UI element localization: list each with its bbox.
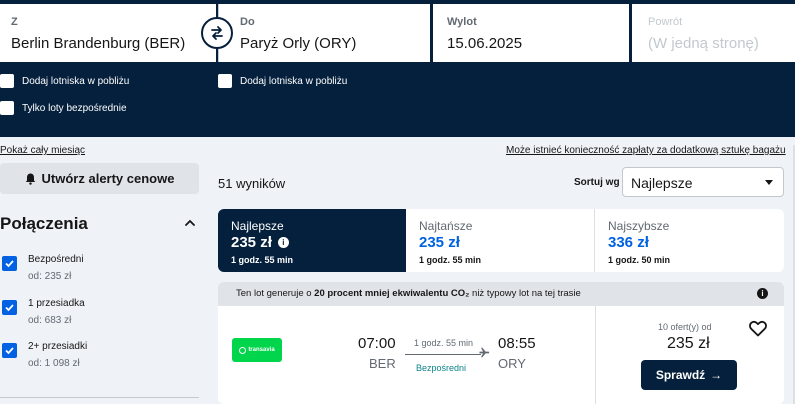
flight-result-card[interactable]: Ten lot generuje o 20 procent mniej ekwi… [218, 282, 784, 404]
check-icon [5, 347, 14, 355]
eco-text-suffix: niż typowy lot na tej trasie [469, 288, 581, 299]
departure-airport: BER [369, 356, 396, 371]
depart-label: Wylot [447, 16, 477, 28]
route-line [405, 354, 481, 355]
offers-count: 10 ofert(y) od [658, 322, 712, 332]
stops-filter-price: od: 235 zł [28, 271, 72, 282]
nearby-destination-label: Dodaj lotniska w pobliżu [240, 75, 348, 87]
chevron-up-icon[interactable] [184, 217, 196, 229]
tab-fastest[interactable]: Najszybsze 336 zł 1 godz. 50 min [595, 209, 784, 272]
checkbox-checked[interactable] [2, 256, 17, 271]
return-value[interactable]: (W jedną stronę) [648, 35, 759, 52]
sidebar-divider [0, 397, 199, 398]
return-label: Powrót [648, 16, 683, 28]
swap-icon [211, 26, 223, 40]
destination-field[interactable]: Do Paryż Orly (ORY) [218, 4, 430, 62]
nearby-destination-checkbox[interactable]: Dodaj lotniska w pobliżu [218, 74, 347, 88]
select-flight-button[interactable]: Sprawdź → [641, 360, 737, 390]
flight-duration: 1 godz. 55 min [414, 338, 474, 348]
create-price-alert-label: Utwórz alerty cenowe [41, 171, 175, 186]
tab-best[interactable]: Najlepsze 235 zł i 1 godz. 55 min [218, 209, 406, 272]
info-icon[interactable]: i [277, 237, 289, 248]
card-price: 235 zł [667, 335, 710, 352]
tab-price: 235 zł [231, 234, 272, 251]
sort-tabs: Najlepsze 235 zł i 1 godz. 55 min Najtańs… [218, 209, 784, 272]
nearby-origin-label: Dodaj lotniska w pobliżu [22, 75, 130, 87]
eco-text: Ten lot generuje o 20 procent mniej ekwi… [236, 288, 581, 299]
stops-filter-label: 1 przesiadka [28, 298, 85, 309]
depart-value[interactable]: 15.06.2025 [447, 35, 522, 52]
airline-logo: transavia [232, 338, 282, 362]
direct-only-checkbox[interactable]: Tylko loty bezpośrednie [0, 101, 127, 115]
stops-filter-label: 2+ przesiadki [28, 341, 88, 352]
destination-label: Do [240, 16, 255, 28]
info-icon[interactable]: i [757, 288, 768, 299]
tab-title: Najtańsze [419, 219, 473, 233]
origin-label: Z [11, 16, 18, 28]
tab-title: Najlepsze [231, 219, 284, 233]
results-count: 51 wyników [218, 176, 286, 191]
eco-text-prefix: Ten lot generuje o [236, 288, 315, 299]
check-icon [5, 260, 14, 268]
airline-name: transavia [248, 347, 275, 353]
check-icon [5, 304, 14, 312]
destination-value[interactable]: Paryż Orly (ORY) [240, 35, 356, 52]
stops-filter-price: od: 1 098 zł [28, 358, 80, 369]
checkbox-checked[interactable] [2, 343, 17, 358]
stops-filter-price: od: 683 zł [28, 315, 72, 326]
card-divider [595, 306, 596, 404]
tab-price-wrap: 235 zł i [231, 234, 289, 251]
tab-duration: 1 godz. 50 min [608, 255, 671, 265]
select-flight-label: Sprawdź [655, 368, 706, 382]
tab-duration: 1 godz. 55 min [231, 255, 294, 265]
baggage-fee-link[interactable]: Może istnieć konieczność zapłaty za doda… [506, 145, 786, 156]
sort-label: Sortuj wg [574, 177, 620, 188]
tab-duration: 1 godz. 55 min [419, 255, 482, 265]
tab-title: Najszybsze [608, 219, 670, 233]
nearby-origin-checkbox[interactable]: Dodaj lotniska w pobliżu [0, 74, 129, 88]
checkbox-box[interactable] [218, 74, 232, 88]
sort-select[interactable]: Najlepsze [622, 167, 784, 197]
arrival-time: 08:55 [498, 335, 536, 352]
departure-time: 07:00 [358, 335, 396, 352]
eco-banner: Ten lot generuje o 20 procent mniej ekwi… [218, 282, 784, 306]
tab-price: 336 zł [608, 234, 649, 251]
eco-text-bold: 20 procent mniej ekwiwalentu CO₂ [314, 288, 470, 299]
connections-heading: Połączenia [0, 214, 88, 233]
swap-airports-button[interactable] [201, 17, 233, 49]
bell-icon [25, 173, 35, 185]
heart-icon[interactable] [749, 320, 767, 337]
stops-info: Bezpośredni [416, 363, 467, 373]
return-date-field[interactable]: Powrót (W jedną stronę) [632, 4, 795, 62]
airline-logo-mark [239, 346, 247, 354]
arrival-airport: ORY [498, 356, 526, 371]
sort-value: Najlepsze [631, 175, 693, 191]
direct-only-label: Tylko loty bezpośrednie [22, 102, 127, 114]
origin-field[interactable]: Z Berlin Brandenburg (BER) [0, 4, 216, 62]
caret-down-icon [765, 180, 773, 185]
arrow-right-icon: → [710, 368, 723, 382]
tab-price: 235 zł [419, 234, 460, 251]
depart-date-field[interactable]: Wylot 15.06.2025 [433, 4, 629, 62]
show-whole-month-link[interactable]: Pokaż cały miesiąc [0, 145, 85, 156]
tab-cheapest[interactable]: Najtańsze 235 zł 1 godz. 55 min [406, 209, 595, 272]
checkbox-checked[interactable] [2, 300, 17, 315]
create-price-alert-button[interactable]: Utwórz alerty cenowe [0, 163, 199, 194]
plane-icon [479, 347, 490, 358]
checkbox-box[interactable] [0, 101, 14, 115]
stops-filter-label: Bezpośredni [28, 254, 84, 265]
checkbox-box[interactable] [0, 74, 14, 88]
origin-value[interactable]: Berlin Brandenburg (BER) [11, 35, 185, 52]
